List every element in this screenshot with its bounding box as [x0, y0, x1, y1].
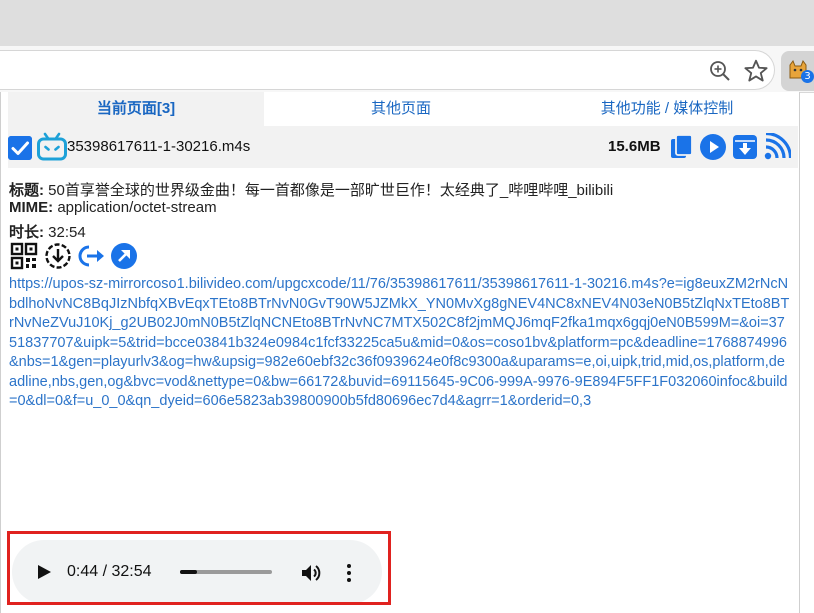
tab-other-features[interactable]: 其他功能 / 媒体控制	[536, 92, 798, 126]
browser-tab-strip	[0, 0, 814, 46]
send-rss-icon[interactable]	[763, 133, 791, 161]
download-icon[interactable]	[731, 133, 759, 161]
qr-code-icon[interactable]	[10, 242, 38, 270]
tab-bar: 当前页面[3] 其他页面 其他功能 / 媒体控制	[8, 92, 798, 126]
mime-label: MIME:	[9, 199, 54, 216]
address-bar[interactable]	[0, 50, 775, 90]
tab-other-pages[interactable]: 其他页面	[270, 92, 532, 126]
media-item-row: 35398617611-1-30216.m4s 15.6MB	[8, 126, 798, 168]
download-circle-icon[interactable]	[44, 242, 72, 270]
duration-label: 时长:	[9, 224, 44, 241]
duration-value: 32:54	[48, 224, 86, 241]
media-file-size: 15.6MB	[608, 138, 661, 155]
bookmark-star-icon[interactable]	[743, 58, 769, 84]
duration-line: 时长: 32:54	[9, 221, 86, 242]
play-icon[interactable]	[699, 133, 727, 161]
send-to-icon[interactable]	[78, 242, 106, 270]
media-url-link[interactable]: https://upos-sz-mirrorcoso1.bilivideo.co…	[9, 275, 791, 412]
open-external-icon[interactable]	[110, 242, 138, 270]
zoom-icon[interactable]	[708, 59, 732, 83]
copy-icon[interactable]	[668, 133, 696, 161]
highlight-box	[7, 531, 391, 605]
mime-line: MIME: application/octet-stream	[9, 199, 217, 216]
tab-current-page[interactable]: 当前页面[3]	[8, 92, 264, 126]
bilibili-logo-icon	[37, 132, 67, 161]
title-line: 标题: 50首享誉全球的世界级金曲！每一首都像是一部旷世巨作！太经典了_哔哩哔哩…	[9, 179, 613, 200]
mime-value: application/octet-stream	[57, 199, 217, 216]
media-filename: 35398617611-1-30216.m4s	[67, 138, 251, 155]
select-checkbox[interactable]	[8, 136, 32, 160]
title-label: 标题:	[9, 182, 44, 199]
extension-badge: 3	[801, 70, 814, 83]
title-value: 50首享誉全球的世界级金曲！每一首都像是一部旷世巨作！太经典了_哔哩哔哩_bil…	[48, 182, 614, 199]
